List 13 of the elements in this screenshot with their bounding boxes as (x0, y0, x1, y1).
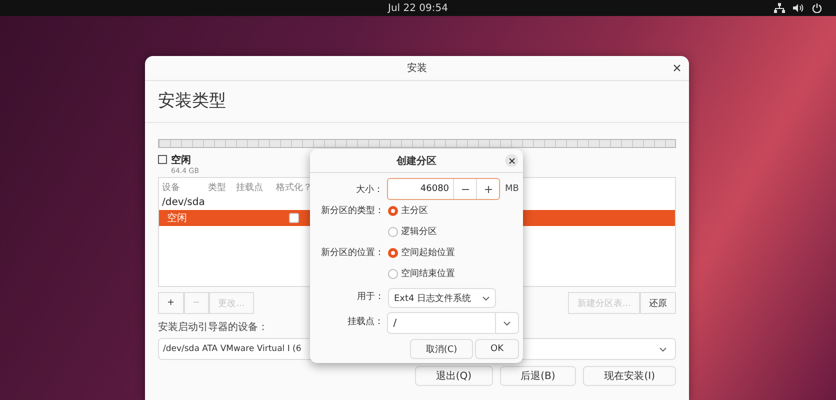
type-label: 新分区的类型： (320, 204, 385, 217)
device-cell: /dev/sda (162, 196, 205, 208)
dialog-title: 创建分区 (396, 154, 436, 168)
bootloader-label: 安装启动引导器的设备： (158, 320, 268, 334)
device-cell-text: 空闲 (167, 212, 187, 225)
size-label: 大小： (355, 184, 384, 196)
unit-label: MB (505, 184, 519, 194)
location-label: 新分区的位置： (320, 246, 385, 259)
use-as-label: 用于： (356, 290, 385, 302)
legend-label: 空闲 (171, 154, 192, 167)
window-title: 安装 (407, 62, 427, 75)
page-heading: 安装类型 (145, 89, 689, 123)
mount-label: 挂载点： (346, 316, 384, 328)
